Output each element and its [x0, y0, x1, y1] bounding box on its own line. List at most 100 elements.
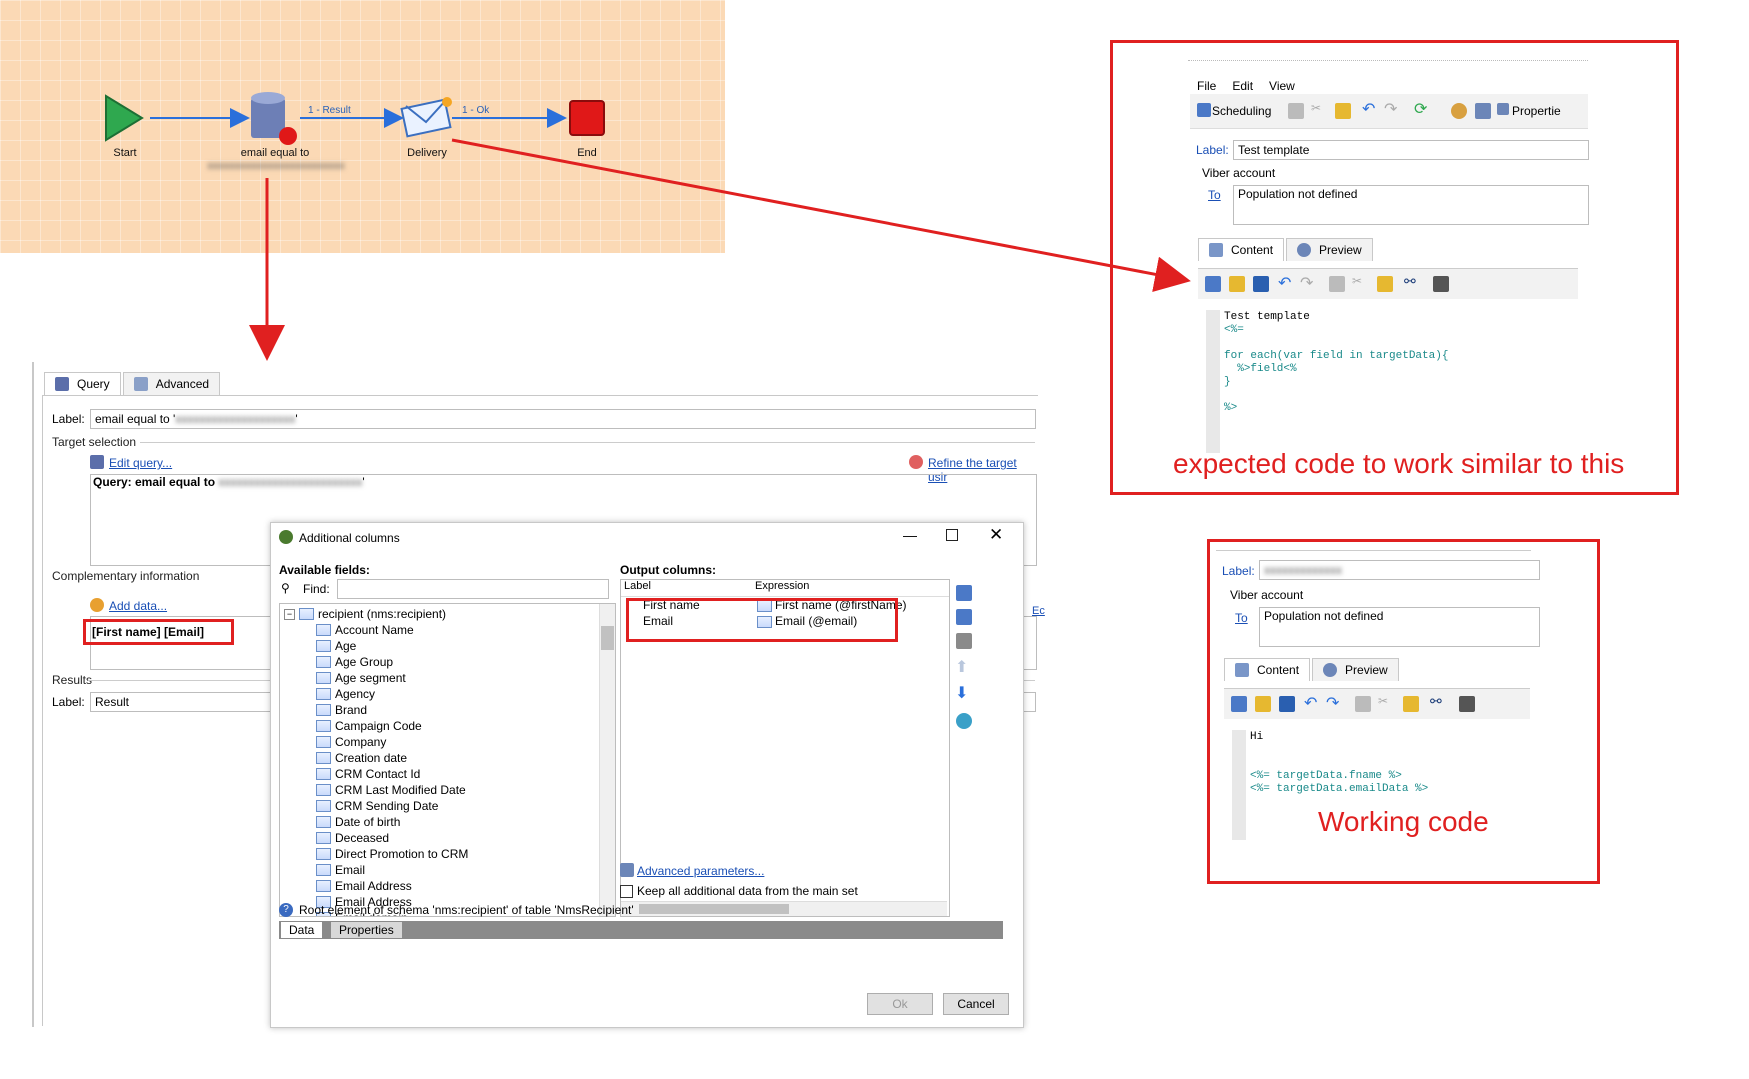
tree-item-label: Account Name [335, 623, 414, 637]
ok-button[interactable]: Ok [867, 993, 933, 1015]
tab-query[interactable]: Query [44, 372, 121, 395]
save-icon[interactable] [1279, 696, 1295, 712]
open-folder-icon[interactable] [1229, 276, 1245, 292]
cut-icon[interactable]: ✂ [1378, 694, 1388, 708]
undo-icon[interactable]: ↶ [1304, 693, 1317, 713]
tree-item[interactable]: CRM Contact Id [280, 766, 615, 782]
tree-item[interactable]: CRM Sending Date [280, 798, 615, 814]
tab-preview[interactable]: Preview [1312, 658, 1399, 681]
tab-data[interactable]: Data [281, 922, 323, 938]
tree-item-label: CRM Contact Id [335, 767, 421, 781]
keep-data-checkbox[interactable] [620, 885, 633, 898]
scheduling-button[interactable]: Scheduling [1212, 104, 1271, 118]
tree-item[interactable]: Brand [280, 702, 615, 718]
col-label-header[interactable]: Label [621, 580, 752, 596]
insert-dropdown-icon[interactable] [1433, 276, 1449, 292]
delete-icon[interactable] [956, 633, 972, 649]
tree-item[interactable]: Direct Promotion to CRM [280, 846, 615, 862]
advanced-parameters-link[interactable]: Advanced parameters... [637, 864, 764, 878]
node-label-delivery: Delivery [407, 147, 447, 159]
tree-item[interactable]: Email Address [280, 878, 615, 894]
maximize-icon[interactable] [946, 529, 958, 541]
insert-dropdown-icon[interactable] [1459, 696, 1475, 712]
tree-scrollbar[interactable] [599, 604, 615, 916]
query-db-icon[interactable] [251, 92, 297, 145]
redo-icon[interactable]: ↷ [1326, 693, 1339, 713]
code-editor-expected[interactable]: Test template <%= for each(var field in t… [1206, 310, 1590, 453]
tree-item[interactable]: Company [280, 734, 615, 750]
query-label-field[interactable]: email equal to 'xxxxxxxxxxxxxxxxxxxx' [90, 409, 1036, 429]
find-input[interactable] [337, 579, 609, 599]
tab-advanced[interactable]: Advanced [122, 372, 221, 395]
edit-column-icon[interactable] [956, 609, 972, 625]
tree-item[interactable]: Email [280, 862, 615, 878]
copy-icon[interactable] [1355, 696, 1371, 712]
tree-item[interactable]: Agency [280, 686, 615, 702]
start-icon[interactable] [105, 94, 144, 142]
end-icon[interactable] [569, 100, 605, 136]
tree-item[interactable]: Date of birth [280, 814, 615, 830]
menu-view[interactable]: View [1269, 79, 1295, 93]
delivery-label-field[interactable]: Test template [1233, 140, 1589, 160]
population-field[interactable]: Population not defined [1259, 607, 1540, 647]
fields-tree[interactable]: − recipient (nms:recipient) Account Name… [279, 603, 616, 917]
tree-item[interactable]: CRM Last Modified Date [280, 782, 615, 798]
tab-content[interactable]: Content [1224, 658, 1311, 681]
redo-icon[interactable]: ↷ [1300, 273, 1313, 293]
tree-item[interactable]: Deceased [280, 830, 615, 846]
close-icon[interactable]: ✕ [989, 525, 1003, 545]
scroll-thumb[interactable] [601, 626, 614, 650]
tab-preview[interactable]: Preview [1286, 238, 1373, 261]
col-expression-header[interactable]: Expression [752, 580, 809, 596]
undo-icon[interactable]: ↶ [1278, 273, 1291, 293]
tree-item[interactable]: Age [280, 638, 615, 654]
tree-item[interactable]: Creation date [280, 750, 615, 766]
to-link[interactable]: To [1235, 611, 1248, 625]
tree-item[interactable]: Age segment [280, 670, 615, 686]
redo-icon[interactable]: ↷ [1384, 99, 1397, 119]
tab-properties[interactable]: Properties [331, 922, 402, 938]
paste-icon[interactable] [1335, 103, 1351, 119]
node-label-end: End [577, 147, 597, 159]
tree-item[interactable]: Account Name [280, 622, 615, 638]
refresh-icon[interactable] [956, 713, 972, 729]
menu-file[interactable]: File [1197, 79, 1216, 93]
scroll-thumb[interactable] [639, 904, 789, 914]
working-label-field[interactable]: xxxxxxxxxxxxx [1259, 560, 1540, 580]
approval-icon[interactable] [1475, 103, 1491, 119]
undo-icon[interactable]: ↶ [1362, 99, 1375, 119]
paste-icon[interactable] [1377, 276, 1393, 292]
minimize-icon[interactable]: — [903, 527, 917, 543]
edge-link[interactable]: Ec [1032, 605, 1045, 617]
find-binoculars-icon[interactable]: ⚯ [1430, 693, 1442, 710]
to-link[interactable]: To [1208, 188, 1221, 202]
properties-button[interactable]: Propertie [1512, 104, 1561, 118]
menu-edit[interactable]: Edit [1232, 79, 1253, 93]
save-icon[interactable] [1253, 276, 1269, 292]
add-data-link[interactable]: Add data... [109, 599, 167, 613]
settings-icon[interactable] [1451, 103, 1467, 119]
move-up-icon[interactable]: ⬆ [955, 657, 968, 677]
delivery-envelope-icon[interactable] [400, 97, 452, 138]
collapse-icon[interactable]: − [284, 608, 295, 620]
cut-icon[interactable]: ✂ [1352, 274, 1362, 288]
tree-item[interactable]: Campaign Code [280, 718, 615, 734]
new-icon[interactable] [1231, 696, 1247, 712]
edit-query-link[interactable]: Edit query... [109, 456, 172, 470]
move-down-icon[interactable]: ⬇ [955, 683, 968, 703]
copy-icon[interactable] [1329, 276, 1345, 292]
copy-icon[interactable] [1288, 103, 1304, 119]
new-icon[interactable] [1205, 276, 1221, 292]
population-field[interactable]: Population not defined [1233, 185, 1589, 225]
cancel-button[interactable]: Cancel [943, 993, 1009, 1015]
open-folder-icon[interactable] [1255, 696, 1271, 712]
grid-hscrollbar[interactable] [621, 901, 947, 916]
cut-icon[interactable]: ✂ [1311, 101, 1321, 115]
tab-content[interactable]: Content [1198, 238, 1285, 261]
paste-icon[interactable] [1403, 696, 1419, 712]
find-binoculars-icon[interactable]: ⚯ [1404, 273, 1416, 290]
tree-root[interactable]: − recipient (nms:recipient) [280, 606, 615, 622]
add-column-icon[interactable] [956, 585, 972, 601]
refresh-icon[interactable]: ⟳ [1414, 99, 1427, 119]
tree-item[interactable]: Age Group [280, 654, 615, 670]
